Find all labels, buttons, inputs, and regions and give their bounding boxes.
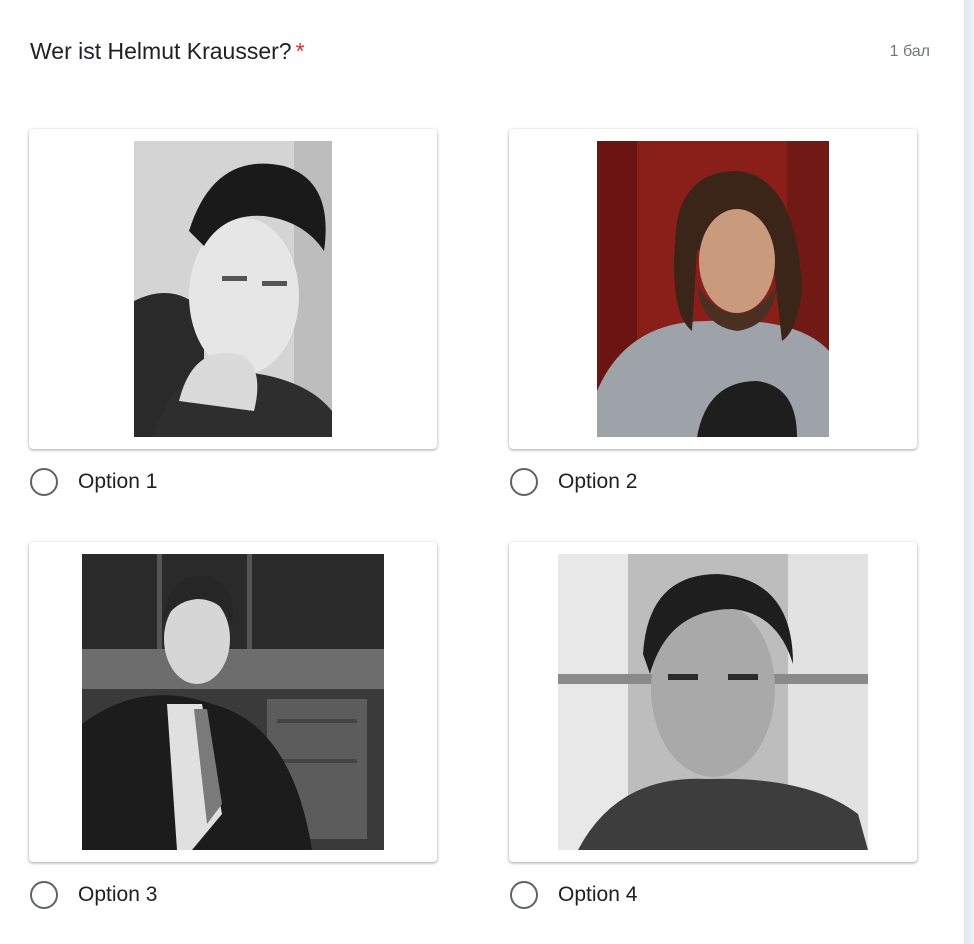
choice-option-4[interactable]: Option 4 xyxy=(509,542,919,909)
option-radio-row[interactable]: Option 4 xyxy=(509,881,919,909)
option-photo xyxy=(597,141,829,437)
option-radio-row[interactable]: Option 2 xyxy=(509,468,919,496)
option-radio-row[interactable]: Option 1 xyxy=(29,468,439,496)
question-title-text: Wer ist Helmut Krausser? xyxy=(30,38,292,64)
option-photo xyxy=(558,554,868,850)
radio-button[interactable] xyxy=(30,881,58,909)
option-label: Option 3 xyxy=(78,883,158,906)
option-image-card[interactable] xyxy=(29,542,437,862)
question-header: Wer ist Helmut Krausser? * 1 бал xyxy=(30,36,930,66)
radio-button[interactable] xyxy=(510,881,538,909)
option-image-card[interactable] xyxy=(509,542,917,862)
choice-option-2[interactable]: Option 2 xyxy=(509,129,919,496)
option-radio-row[interactable]: Option 3 xyxy=(29,881,439,909)
window-edge xyxy=(964,0,974,944)
radio-button[interactable] xyxy=(30,468,58,496)
question-card: Wer ist Helmut Krausser? * 1 бал Option … xyxy=(0,0,964,944)
option-image-card[interactable] xyxy=(29,129,437,449)
option-image-card[interactable] xyxy=(509,129,917,449)
option-label: Option 1 xyxy=(78,470,158,493)
option-photo xyxy=(82,554,384,850)
option-label: Option 4 xyxy=(558,883,638,906)
question-title: Wer ist Helmut Krausser? * xyxy=(30,36,305,66)
option-label: Option 2 xyxy=(558,470,638,493)
option-photo xyxy=(134,141,332,437)
radio-button[interactable] xyxy=(510,468,538,496)
choice-option-3[interactable]: Option 3 xyxy=(29,542,439,909)
question-points: 1 бал xyxy=(889,43,930,60)
required-asterisk: * xyxy=(295,38,305,64)
choice-option-1[interactable]: Option 1 xyxy=(29,129,439,496)
